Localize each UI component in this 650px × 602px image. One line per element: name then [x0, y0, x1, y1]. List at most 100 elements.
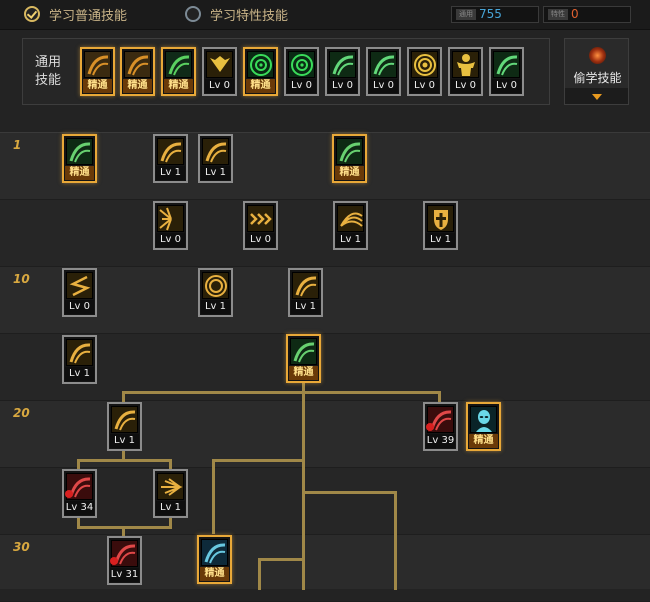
kneel-icon	[84, 51, 111, 78]
skill-level: Lv 0	[328, 79, 357, 93]
skill-shield[interactable]: Lv 1	[423, 201, 458, 250]
skill-burst[interactable]: Lv 0	[153, 201, 188, 250]
skill-level: Lv 0	[156, 233, 185, 247]
tree-connector	[302, 491, 396, 494]
steal-orb-icon	[589, 47, 606, 64]
skill-swing[interactable]: Lv 1	[153, 134, 188, 183]
tree-connector	[212, 459, 215, 534]
wind-icon	[290, 338, 317, 365]
skill-level: 精通	[246, 79, 275, 93]
skill-alien[interactable]: 精通	[466, 402, 501, 451]
tree-row	[0, 200, 650, 267]
skill-level: Lv 0	[369, 79, 398, 93]
target-icon	[247, 51, 274, 78]
tab-common-label: 学习普通技能	[49, 8, 128, 24]
skill-level: 精通	[123, 79, 152, 93]
skill-level: Lv 0	[492, 79, 521, 93]
chevron-down-icon	[592, 94, 602, 100]
tree-row	[0, 535, 650, 602]
skill-spike[interactable]: Lv 1	[288, 268, 323, 317]
skill-dragon[interactable]: 精通	[161, 47, 196, 96]
skill-quill[interactable]: Lv 1	[153, 469, 188, 518]
skill-eye[interactable]: Lv 0	[407, 47, 442, 96]
spike-icon	[292, 272, 319, 299]
skill-level: Lv 1	[156, 501, 185, 515]
skill-level: Lv 0	[287, 79, 316, 93]
level-label: 20	[13, 406, 30, 420]
crescent-icon	[111, 406, 138, 433]
skill-target-2[interactable]: Lv 0	[284, 47, 319, 96]
skill-dash[interactable]: Lv 0	[325, 47, 360, 96]
skill-demon[interactable]: 精通	[62, 134, 97, 183]
cut-icon	[66, 339, 93, 366]
skill-whirl[interactable]: Lv 1	[198, 134, 233, 183]
tree-connector	[212, 459, 305, 462]
tree-connector	[394, 491, 397, 590]
skill-level: Lv 1	[156, 166, 185, 180]
steal-skill-label: 偷学技能	[573, 71, 622, 85]
lizard-icon	[493, 51, 520, 78]
skill-cut[interactable]: Lv 1	[62, 335, 97, 384]
alien-icon	[470, 406, 497, 433]
skill-level: Lv 1	[110, 434, 139, 448]
vortex-icon	[202, 272, 229, 299]
wave-icon	[201, 539, 228, 566]
level-label: 30	[13, 540, 30, 554]
tree-connector	[258, 558, 305, 561]
skill-dodge[interactable]: 精通	[120, 47, 155, 96]
tree-connector	[122, 526, 125, 536]
skill-star[interactable]: 精通	[332, 134, 367, 183]
tree-row	[0, 133, 650, 200]
steal-skill-button[interactable]: 偷学技能	[564, 38, 629, 105]
skill-zigzag[interactable]: Lv 0	[62, 268, 97, 317]
tree-connector	[122, 391, 440, 394]
skill-vortex[interactable]: Lv 1	[198, 268, 233, 317]
alert-icon	[65, 490, 73, 498]
skill-level: Lv 1	[291, 300, 320, 314]
swing-icon	[157, 138, 184, 165]
zigzag-icon	[66, 272, 93, 299]
dragon-icon	[165, 51, 192, 78]
skill-muscle[interactable]: Lv 0	[448, 47, 483, 96]
level-label: 10	[13, 272, 30, 286]
skill-target[interactable]: 精通	[243, 47, 278, 96]
special-points: 特性 0	[543, 6, 631, 23]
tab-common-skills[interactable]: 学习普通技能	[24, 5, 128, 24]
skill-wind[interactable]: 精通	[286, 334, 321, 383]
chevron-icon	[247, 205, 274, 232]
alert-icon	[110, 557, 118, 565]
skill-slash[interactable]: Lv 0	[366, 47, 401, 96]
skill-mark[interactable]: Lv 31	[107, 536, 142, 585]
eye-icon	[411, 51, 438, 78]
shield-icon	[427, 205, 454, 232]
skill-wings[interactable]: Lv 0	[202, 47, 237, 96]
skill-level: Lv 1	[65, 367, 94, 381]
skill-level: 精通	[335, 166, 364, 180]
burst-icon	[157, 205, 184, 232]
skill-fan[interactable]: Lv 1	[333, 201, 368, 250]
dodge-icon	[124, 51, 151, 78]
skill-claw[interactable]: Lv 34	[62, 469, 97, 518]
radio-icon	[185, 6, 201, 22]
tree-row	[0, 267, 650, 334]
skill-chevron[interactable]: Lv 0	[243, 201, 278, 250]
skill-level: Lv 0	[410, 79, 439, 93]
skill-lizard[interactable]: Lv 0	[489, 47, 524, 96]
steal-dropdown-bar	[565, 88, 628, 104]
skill-tree: 1 10 20 30 精通 Lv 1 Lv 1 精通 Lv 0 Lv 0 Lv 1 Lv 1 L…	[0, 132, 650, 602]
skill-level: Lv 1	[201, 300, 230, 314]
tab-special-skills[interactable]: 学习特性技能	[185, 5, 288, 24]
common-points-label: 通用	[456, 9, 476, 20]
skill-level: Lv 1	[201, 166, 230, 180]
alert-icon	[426, 423, 434, 431]
skill-level: Lv 1	[426, 233, 455, 247]
skill-kneel[interactable]: 精通	[80, 47, 115, 96]
skill-level: Lv 0	[246, 233, 275, 247]
skill-level: Lv 31	[110, 568, 139, 582]
skill-wave[interactable]: 精通	[197, 535, 232, 584]
skill-level: 精通	[469, 434, 498, 448]
skill-crescent[interactable]: Lv 1	[107, 402, 142, 451]
common-skills-panel: 通用技能 精通 精通 精通 Lv 0 精通 Lv 0 Lv 0 Lv 0 Lv 0 Lv 0 Lv …	[22, 38, 550, 105]
skill-blood[interactable]: Lv 39	[423, 402, 458, 451]
skill-level: 精通	[83, 79, 112, 93]
